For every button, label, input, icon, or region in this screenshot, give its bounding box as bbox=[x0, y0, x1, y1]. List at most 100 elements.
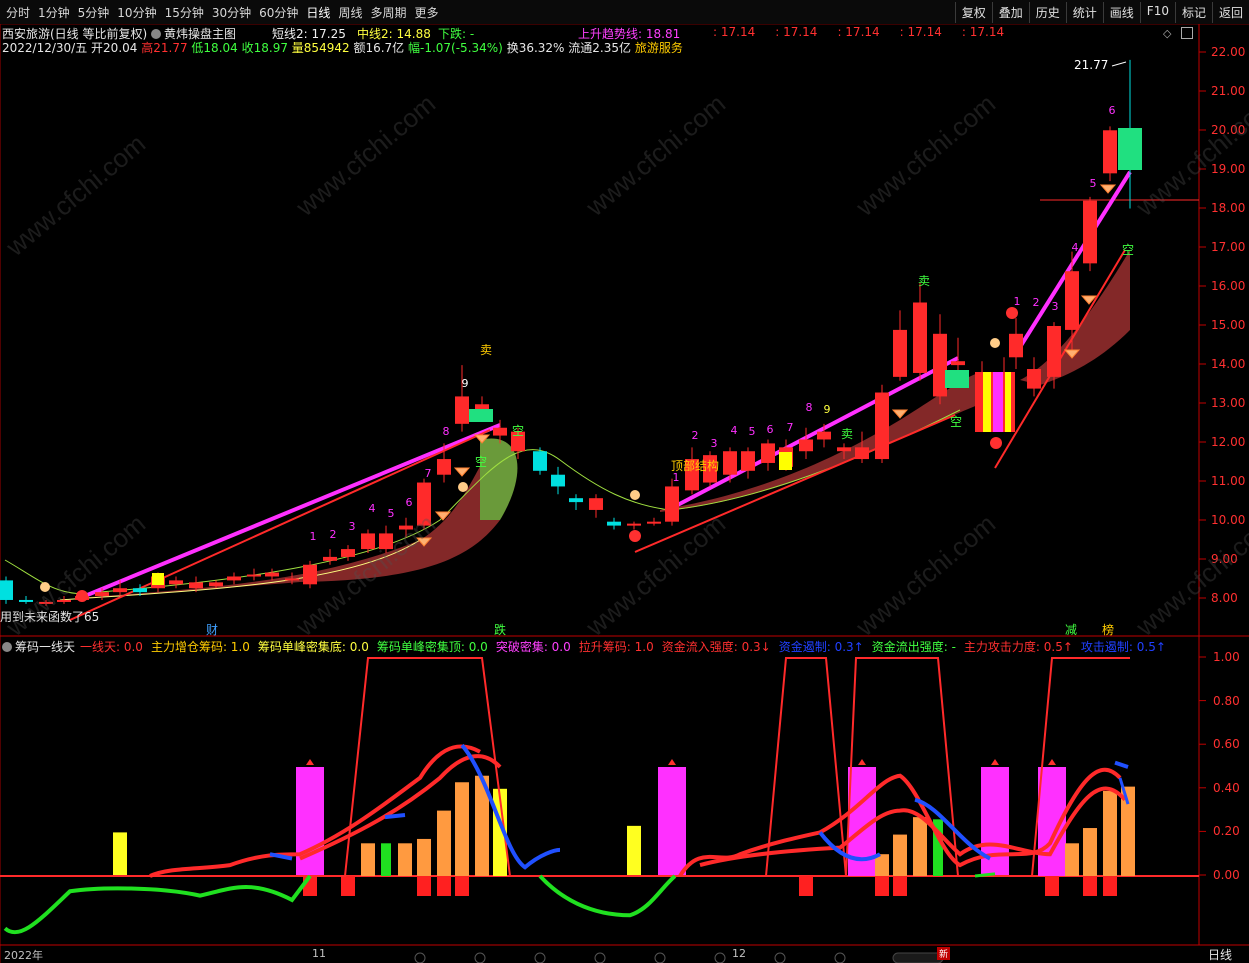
sequence-number: 2 bbox=[692, 429, 699, 442]
indicator-bar bbox=[1083, 828, 1097, 876]
sequence-number: 5 bbox=[749, 425, 756, 438]
indicator-settings-icon[interactable] bbox=[2, 642, 12, 652]
sell-marker: 卖 bbox=[480, 343, 493, 357]
indicator-bar bbox=[381, 843, 391, 876]
indicator-tick-label: 0.20 bbox=[1213, 824, 1240, 839]
marker-block bbox=[983, 372, 991, 432]
hand-icon bbox=[630, 490, 640, 500]
hand-icon bbox=[458, 482, 468, 492]
candle-body bbox=[1047, 325, 1061, 377]
candle-body bbox=[589, 498, 603, 510]
candle-body bbox=[361, 533, 375, 550]
indicator-bar bbox=[437, 810, 451, 876]
flow-out-line bbox=[538, 874, 677, 918]
indicator-tick-label: 0.60 bbox=[1213, 737, 1240, 752]
badge-icon bbox=[1006, 307, 1018, 319]
hand-icon bbox=[990, 338, 1000, 348]
indicator-bar-neg bbox=[875, 876, 889, 896]
indicator-bar-neg bbox=[799, 876, 813, 896]
indicator-bar bbox=[893, 834, 907, 876]
candle-body bbox=[855, 447, 869, 460]
scrollbar bbox=[892, 952, 944, 963]
candle-body bbox=[113, 588, 127, 593]
indicator-value: 筹码单峰密集顶: 0.0 bbox=[376, 640, 488, 654]
empty-marker: 空 bbox=[475, 455, 488, 469]
restraint-line bbox=[384, 812, 406, 820]
peak-price-label: 21.77 bbox=[1074, 58, 1109, 72]
up-arrow-icon bbox=[668, 759, 676, 765]
top-structure-label: 顶部结构 bbox=[671, 459, 720, 473]
indicator-values: 一线天: 0.0 主力增仓筹码: 1.0 筹码单峰密集底: 0.0 筹码单峰密集顶: … bbox=[80, 638, 1166, 655]
die-marker: 跌 bbox=[494, 623, 507, 637]
indicator-value: 攻击遏制: 0.5↑ bbox=[1080, 640, 1166, 654]
indicator-bar bbox=[1103, 790, 1117, 876]
price-tick-label: 11.00 bbox=[1211, 474, 1246, 488]
candle-body bbox=[303, 564, 317, 585]
badge-icon bbox=[629, 530, 641, 542]
candle-body bbox=[285, 578, 299, 581]
badge-icon bbox=[990, 437, 1002, 449]
candle-body bbox=[209, 582, 223, 587]
marker-block bbox=[945, 370, 969, 388]
candle-body bbox=[265, 572, 279, 577]
sequence-number: 6 bbox=[406, 496, 413, 509]
indicator-bar bbox=[417, 838, 431, 876]
indicator-bar bbox=[981, 767, 1009, 876]
indicator-bar-neg bbox=[1083, 876, 1097, 896]
diamond-icon bbox=[453, 467, 471, 477]
candle-body bbox=[95, 592, 109, 597]
marker-block bbox=[469, 409, 493, 422]
peak-arrow bbox=[1111, 61, 1127, 67]
sub-chart-header: 筹码一线天 bbox=[2, 638, 75, 655]
toolbar-icon bbox=[474, 952, 486, 963]
candle-body bbox=[1065, 271, 1079, 330]
indicator-bar bbox=[361, 843, 375, 876]
sequence-number: 3 bbox=[1052, 300, 1059, 313]
toolbar-icon bbox=[414, 952, 426, 963]
indicator-bar-neg bbox=[1045, 876, 1059, 896]
candle-body bbox=[647, 521, 661, 524]
candle-body bbox=[551, 474, 565, 487]
indicator-bar-neg bbox=[455, 876, 469, 896]
sequence-number: 9 bbox=[824, 403, 831, 416]
indicator-value: 主力增仓筹码: 1.0 bbox=[150, 640, 250, 654]
indicator-value: 主力攻击力度: 0.5↑ bbox=[963, 640, 1073, 654]
indicator-bar-neg bbox=[417, 876, 431, 896]
indicator-bar bbox=[113, 832, 127, 876]
indicator-value: 资金流出强度: - bbox=[871, 640, 956, 654]
toolbar-icon bbox=[594, 952, 606, 963]
price-tick-label: 15.00 bbox=[1211, 318, 1246, 332]
price-tick-label: 8.00 bbox=[1211, 591, 1238, 605]
price-tick-label: 22.00 bbox=[1211, 45, 1246, 59]
toolbar-icon bbox=[834, 952, 846, 963]
period-indicator[interactable]: 日线 bbox=[1208, 946, 1232, 963]
candle-body bbox=[133, 588, 147, 593]
candle-body bbox=[437, 459, 451, 475]
bang-marker: 榜 bbox=[1102, 623, 1115, 637]
candle-body bbox=[323, 556, 337, 561]
indicator-value: 一线天: 0.0 bbox=[80, 640, 143, 654]
kline-chart[interactable]: 1 234 567891234 5 6 78 91 2 3456 bbox=[0, 0, 1249, 963]
candle-body bbox=[455, 396, 469, 424]
indicator-value: 拉升筹码: 1.0 bbox=[578, 640, 654, 654]
sell-marker: 卖 bbox=[918, 274, 931, 288]
diamond-icon bbox=[891, 409, 909, 419]
toolbar-icon bbox=[534, 952, 546, 963]
candle-body bbox=[913, 302, 927, 373]
empty-marker: 空 bbox=[1122, 243, 1135, 257]
indicator-name: 筹码一线天 bbox=[15, 640, 76, 654]
candle-body bbox=[741, 451, 755, 471]
candle-body bbox=[799, 439, 813, 452]
candle-body bbox=[227, 576, 241, 581]
indicator-bar-neg bbox=[1103, 876, 1117, 896]
toolbar-icon bbox=[654, 952, 666, 963]
candle-body bbox=[627, 523, 641, 526]
marker-block bbox=[779, 452, 792, 470]
indicator-value: 筹码单峰密集底: 0.0 bbox=[257, 640, 369, 654]
up-arrow-icon bbox=[306, 759, 314, 765]
indicator-value: 资金流入强度: 0.3↓ bbox=[661, 640, 771, 654]
sequence-number: 2 bbox=[1033, 296, 1040, 309]
indicator-tick-label: 0.40 bbox=[1213, 780, 1240, 795]
indicator-bar bbox=[455, 782, 469, 876]
candle-body bbox=[1027, 369, 1041, 389]
